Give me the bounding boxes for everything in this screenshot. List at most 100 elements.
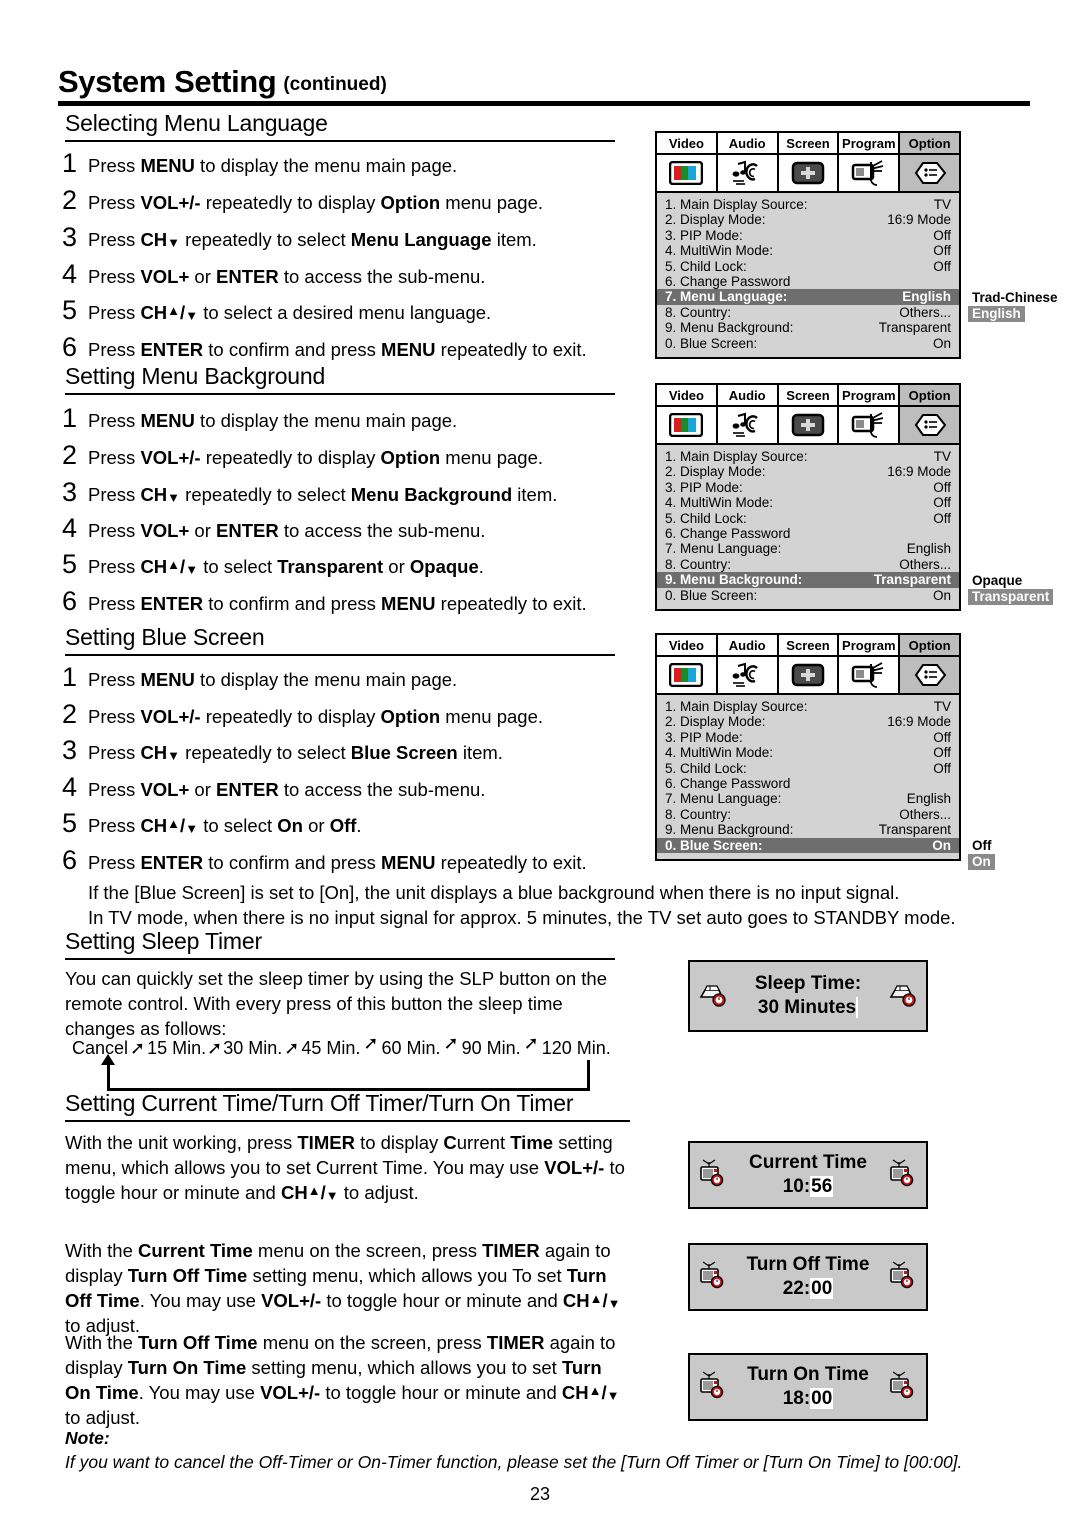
osd-row[interactable]: 8. Country: Others... (664, 305, 952, 320)
osd-row[interactable]: 5. Child Lock: Off (664, 511, 952, 526)
section-divider (65, 140, 615, 142)
osd-row[interactable]: 7. Menu Language: English (657, 289, 959, 305)
osd-popup-option[interactable]: Off (968, 838, 996, 854)
screen-plus-icon[interactable] (778, 657, 840, 693)
osd-tab-bar[interactable]: Video Audio Screen Program Option (657, 385, 959, 407)
audio-note-ear-icon[interactable] (717, 657, 779, 693)
osd-panel-menu-background[interactable]: Video Audio Screen Program Option 1. Mai… (655, 383, 961, 612)
osd-tab-audio[interactable]: Audio (717, 385, 779, 405)
osd-tab-screen[interactable]: Screen (778, 133, 840, 153)
osd-tab-program[interactable]: Program (839, 133, 901, 153)
option-list-icon[interactable] (900, 155, 959, 191)
osd-icon-bar (657, 407, 959, 445)
osd-tab-option[interactable]: Option (900, 133, 959, 153)
osd-popup-option[interactable]: Trad-Chinese (968, 290, 1062, 306)
osd-panel-menu-language[interactable]: Video Audio Screen Program Option 1. Mai… (655, 131, 961, 360)
flow-arrow-icon: ➚ (207, 1038, 223, 1058)
osd-tab-program[interactable]: Program (839, 635, 901, 655)
osd-tab-video[interactable]: Video (657, 385, 718, 405)
osd-option-list[interactable]: 1. Main Display Source: TV 2. Display Mode… (657, 695, 959, 859)
osd-row-value: Others... (899, 806, 951, 822)
audio-note-ear-icon[interactable] (717, 407, 779, 443)
program-antenna-icon[interactable] (839, 407, 901, 443)
osd-panel-blue-screen[interactable]: Video Audio Screen Program Option 1. Mai… (655, 633, 961, 862)
osd-row[interactable]: 4. MultiWin Mode: Off (664, 495, 952, 510)
option-list-icon[interactable] (900, 407, 959, 443)
osd-row[interactable]: 9. Menu Background: Transparent (664, 320, 952, 335)
osd-row[interactable]: 1. Main Display Source: TV (664, 449, 952, 464)
osd-popup-menu-background[interactable]: Opaque Transparent (968, 573, 1054, 605)
audio-note-ear-icon[interactable] (717, 155, 779, 191)
program-antenna-icon[interactable] (839, 657, 901, 693)
osd-row[interactable]: 3. PIP Mode: Off (664, 730, 952, 745)
osd-option-list[interactable]: 1. Main Display Source: TV 2. Display Mode… (657, 445, 959, 609)
osd-row[interactable]: 8. Country: Others... (664, 807, 952, 822)
osd-option-list[interactable]: 1. Main Display Source: TV 2. Display Mode… (657, 193, 959, 357)
osd-tab-audio[interactable]: Audio (717, 635, 779, 655)
flow-loopback-line (107, 1060, 590, 1091)
osd-row[interactable]: 9. Menu Background: Transparent (664, 822, 952, 837)
osd-row[interactable]: 5. Child Lock: Off (664, 259, 952, 274)
osd-tab-video[interactable]: Video (657, 635, 718, 655)
bed-clock-icon (888, 980, 918, 1013)
program-antenna-icon[interactable] (839, 155, 901, 191)
osd-row[interactable]: 0. Blue Screen: On (664, 336, 952, 351)
osd-row[interactable]: 6. Change Password (664, 274, 952, 289)
osd-tab-audio[interactable]: Audio (717, 133, 779, 153)
flow-step: 30 Min. (223, 1038, 283, 1058)
osd-tab-screen[interactable]: Screen (778, 635, 840, 655)
osd-row[interactable]: 2. Display Mode: 16:9 Mode (664, 464, 952, 479)
screen-plus-icon[interactable] (778, 155, 840, 191)
option-list-icon[interactable] (900, 657, 959, 693)
osd-tab-bar[interactable]: Video Audio Screen Program Option (657, 133, 959, 155)
osd-row-value: Off (933, 258, 951, 274)
osd-tab-screen[interactable]: Screen (778, 385, 840, 405)
step-text: Press VOL+/- repeatedly to display Optio… (88, 706, 543, 727)
color-bars-icon[interactable] (657, 407, 718, 443)
step-item: 4 Press VOL+ or ENTER to access the sub-m… (62, 772, 485, 803)
screen-plus-icon[interactable] (778, 407, 840, 443)
osd-row[interactable]: 8. Country: Others... (664, 557, 952, 572)
flow-step: 15 Min. (147, 1038, 207, 1058)
osd-row[interactable]: 1. Main Display Source: TV (664, 197, 952, 212)
step-text: Press VOL+/- repeatedly to display Optio… (88, 447, 543, 468)
osd-row[interactable]: 4. MultiWin Mode: Off (664, 243, 952, 258)
osd-row[interactable]: 5. Child Lock: Off (664, 761, 952, 776)
osd-row[interactable]: 7. Menu Language: English (664, 791, 952, 806)
osd-row[interactable]: 6. Change Password (664, 776, 952, 791)
osd-popup-option[interactable]: Transparent (968, 589, 1054, 605)
step-number: 2 (62, 185, 78, 215)
osd-row[interactable]: 3. PIP Mode: Off (664, 480, 952, 495)
osd-popup-option[interactable]: English (968, 306, 1062, 322)
osd-tab-bar[interactable]: Video Audio Screen Program Option (657, 635, 959, 657)
osd-row[interactable]: 4. MultiWin Mode: Off (664, 745, 952, 760)
osd-row[interactable]: 2. Display Mode: 16:9 Mode (664, 714, 952, 729)
step-text: Press VOL+ or ENTER to access the sub-me… (88, 779, 486, 800)
header-divider (58, 101, 1030, 106)
color-bars-icon[interactable] (657, 657, 718, 693)
osd-row[interactable]: 2. Display Mode: 16:9 Mode (664, 212, 952, 227)
color-bars-icon[interactable] (657, 155, 718, 191)
osd-popup-option[interactable]: On (968, 854, 996, 870)
osd-row[interactable]: 0. Blue Screen: On (664, 588, 952, 603)
osd-tab-option[interactable]: Option (900, 635, 959, 655)
section-title: Setting Current Time/Turn Off Timer/Turn… (65, 1090, 574, 1116)
osd-tab-program[interactable]: Program (839, 385, 901, 405)
osd-row[interactable]: 0. Blue Screen: On (657, 837, 959, 854)
osd-tab-video[interactable]: Video (657, 133, 718, 153)
osd-popup-blue-screen[interactable]: Off On (968, 838, 996, 870)
turn-on-time-box: Turn On Time 18:00 (688, 1353, 928, 1421)
osd-popup-menu-language[interactable]: Trad-Chinese English (968, 290, 1062, 322)
osd-row-label: 3. PIP Mode: (665, 227, 743, 243)
osd-tab-option[interactable]: Option (900, 385, 959, 405)
osd-row[interactable]: 6. Change Password (664, 526, 952, 541)
turn-off-time-label: Turn Off Time (746, 1254, 870, 1275)
osd-row[interactable]: 9. Menu Background: Transparent (657, 572, 959, 588)
osd-row[interactable]: 1. Main Display Source: TV (664, 699, 952, 714)
osd-row[interactable]: 7. Menu Language: English (664, 541, 952, 556)
section-heading-current-time: Setting Current Time/Turn Off Timer/Turn… (65, 1090, 630, 1122)
osd-popup-option[interactable]: Opaque (968, 573, 1053, 589)
tv-clock-icon (698, 1371, 728, 1404)
osd-row[interactable]: 3. PIP Mode: Off (664, 228, 952, 243)
step-number: 4 (62, 259, 78, 289)
